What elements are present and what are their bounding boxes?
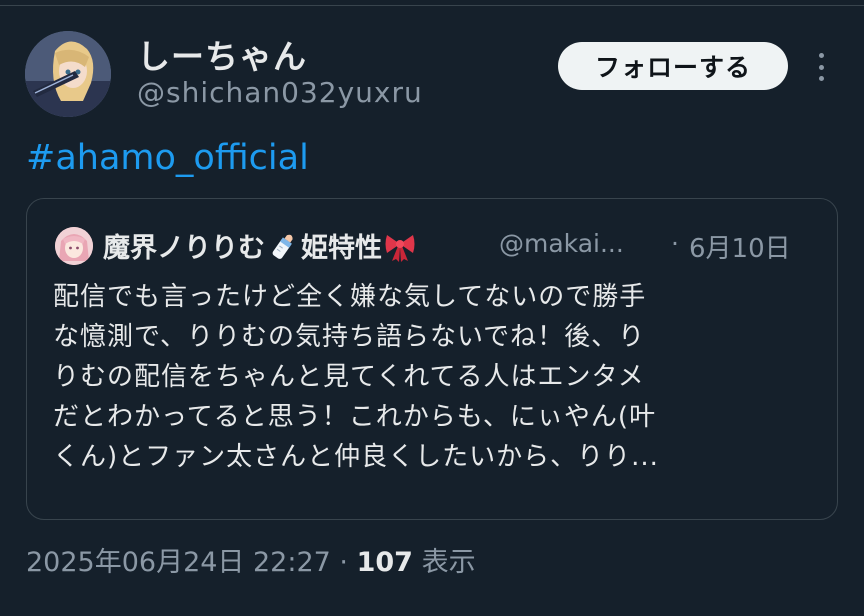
follow-button[interactable]: フォローする (558, 42, 788, 90)
quoted-text-line: くん)とファン太さんと仲良くしたいから、りり... (53, 442, 659, 472)
quoted-text-line: だとわかってると思う！これからも、にぃやん(叶 (53, 402, 657, 432)
quoted-name-part1: 魔界ノりりむ (103, 233, 265, 264)
quoted-text-line: りむの配信をちゃんと見てくれてる人はエンタメ (53, 362, 645, 392)
author-display-name[interactable]: しーちゃん (137, 30, 307, 78)
quoted-name-part2: 姫特性 (301, 233, 382, 264)
post-timestamp[interactable]: 2025年06月24日 22:27 (26, 547, 331, 578)
quoted-post-date[interactable]: 6月10日 (689, 228, 791, 265)
author-avatar[interactable] (25, 31, 111, 117)
quoted-author-name[interactable]: 魔界ノりりむ 姫特性 (103, 226, 418, 265)
post-meta: 2025年06月24日 22:27 · 107 表示 (26, 540, 476, 579)
ribbon-icon (383, 229, 417, 263)
more-dot (818, 64, 824, 70)
quoted-separator: · (671, 229, 679, 258)
more-dot (818, 76, 824, 81)
meta-separator: · (339, 547, 349, 578)
more-dot (818, 53, 824, 58)
quoted-text-line: な憶測で、りりむの気持ち語らないでね！後、り (53, 322, 646, 352)
more-icon[interactable] (808, 50, 834, 84)
quoted-author-avatar[interactable] (55, 227, 93, 265)
quoted-post-text: 配信でも言ったけど全く嫌な気してないので勝手 な憶測で、りりむの気持ち語らないで… (53, 277, 823, 477)
quoted-text-line: 配信でも言ったけど全く嫌な気してないので勝手 (53, 282, 647, 312)
quoted-post-card[interactable]: 魔界ノりりむ 姫特性 @makai... · 6月10日 配信でも言ったけど全く… (26, 198, 838, 520)
hashtag-link[interactable]: #ahamo_official (26, 138, 309, 178)
author-handle[interactable]: @shichan032yuxru (137, 76, 423, 109)
baby-bottle-icon (266, 229, 300, 263)
views-label: 表示 (421, 547, 476, 578)
views-count: 107 (356, 547, 413, 578)
top-divider (0, 0, 864, 6)
quoted-author-handle[interactable]: @makai... (499, 229, 624, 258)
